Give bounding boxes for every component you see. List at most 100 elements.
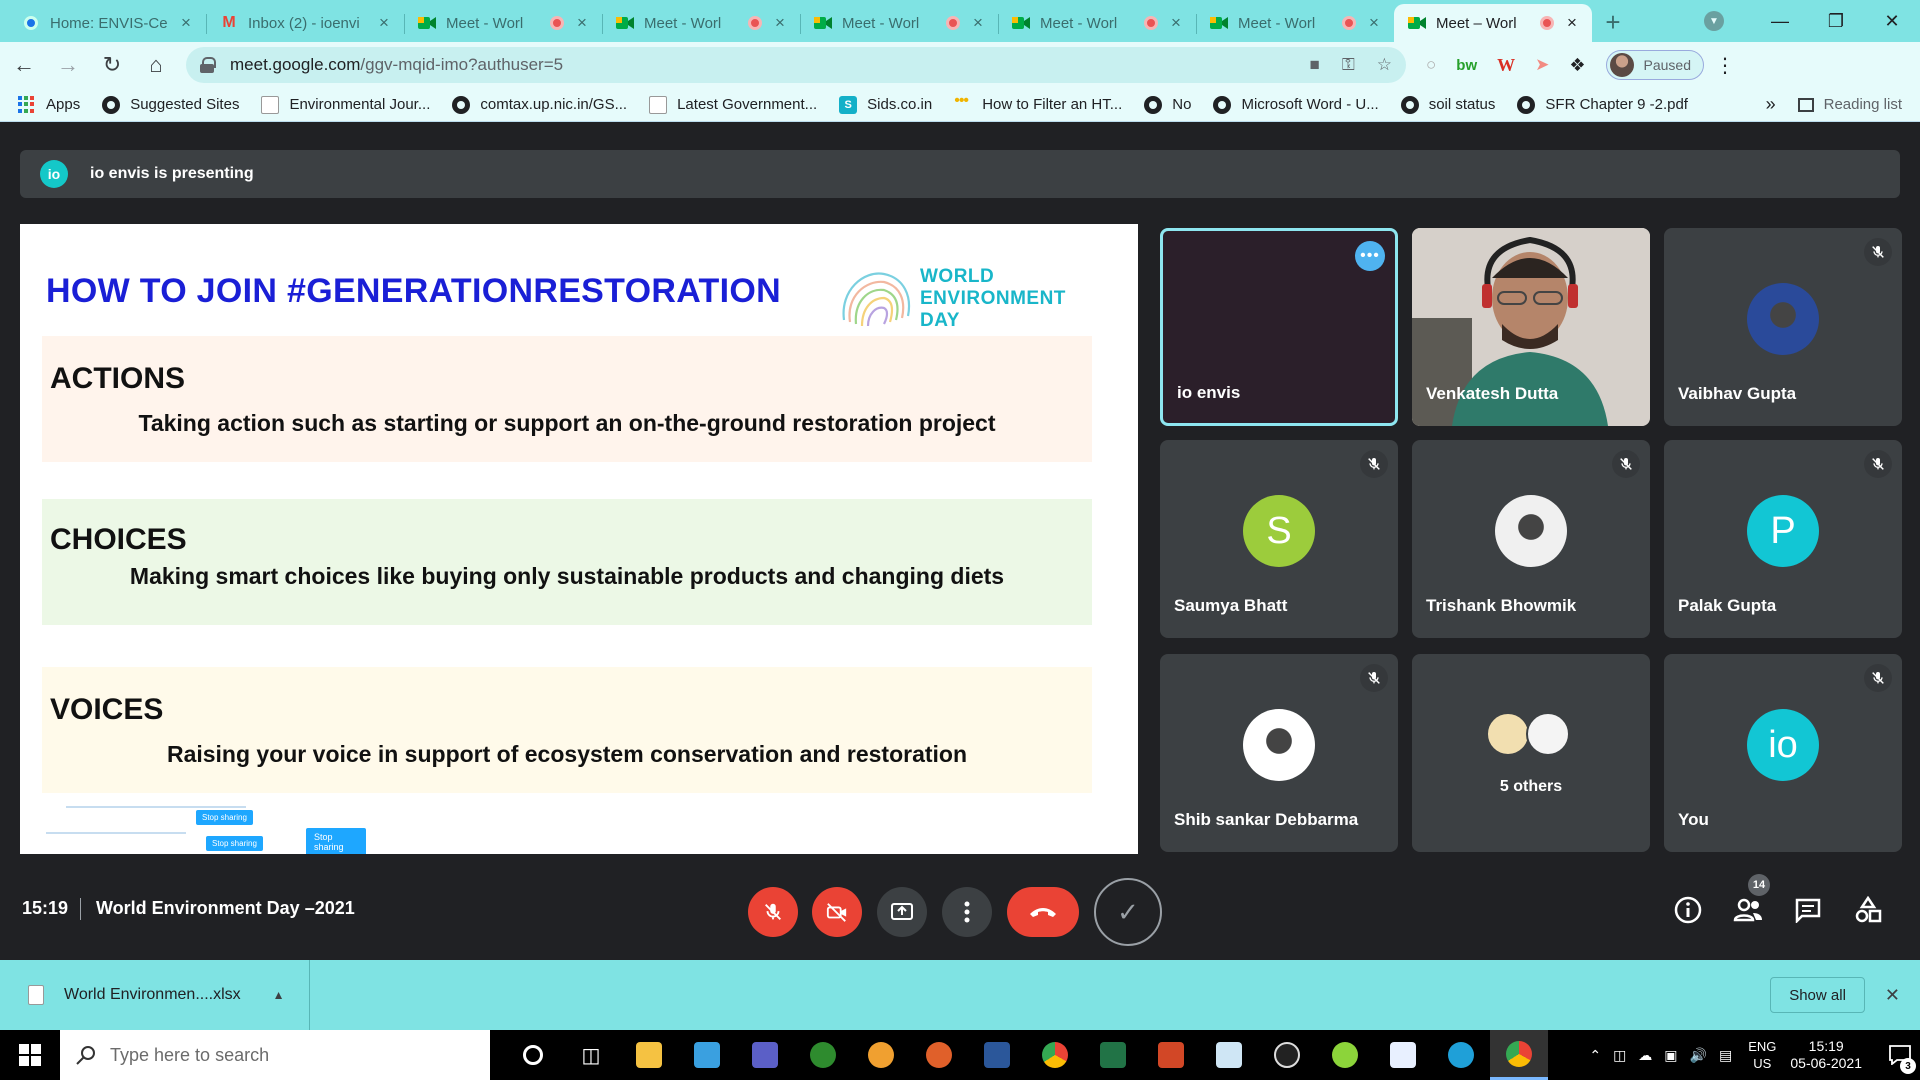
word-icon[interactable] (968, 1030, 1026, 1080)
bookmark-item[interactable]: SFR Chapter 9 -2.pdf (1517, 95, 1688, 114)
extension-arrow-icon[interactable]: ➤ (1535, 55, 1549, 75)
device-icon[interactable]: ◫ (1613, 1047, 1626, 1064)
language-indicator[interactable]: ENG US (1748, 1038, 1776, 1072)
taskbar-clock[interactable]: 15:19 05-06-2021 (1790, 1038, 1862, 1072)
chevron-up-icon[interactable]: ▲ (273, 988, 285, 1002)
participant-tile[interactable]: Trishank Bhowmik (1412, 440, 1650, 638)
chat-button[interactable] (1790, 892, 1826, 928)
close-tab-icon[interactable]: × (374, 13, 394, 33)
browser-tab[interactable]: Meet - Worl × (800, 4, 998, 42)
chevron-up-icon[interactable]: ⌃ (1589, 1047, 1601, 1064)
excel-icon[interactable] (1084, 1030, 1142, 1080)
participant-tile[interactable]: Vaibhav Gupta (1664, 228, 1902, 426)
stop-sharing-chip[interactable]: Stop sharing (206, 836, 263, 851)
reading-list-icon[interactable] (1797, 97, 1814, 112)
profile-button[interactable]: Paused (1605, 50, 1704, 80)
app-icon-k[interactable] (1374, 1030, 1432, 1080)
browser-tab[interactable]: M Inbox (2) - ioenvi × (206, 4, 404, 42)
bookmark-star-icon[interactable]: ☆ (1377, 55, 1392, 75)
notifications-button[interactable]: 3 (1880, 1030, 1920, 1080)
extensions-puzzle-icon[interactable]: ❖ (1569, 55, 1585, 76)
extension-bw-icon[interactable]: bw (1456, 57, 1477, 74)
bookmark-item[interactable]: ••• How to Filter an HT... (954, 92, 1122, 114)
participant-tile[interactable]: Venkatesh Dutta (1412, 228, 1650, 426)
bookmark-item[interactable]: soil status (1400, 95, 1495, 114)
minimize-button[interactable]: — (1752, 0, 1808, 42)
app-icon-light[interactable] (1200, 1030, 1258, 1080)
bookmark-item[interactable]: Suggested Sites (102, 95, 239, 114)
network-icon[interactable]: ▤ (1719, 1047, 1732, 1064)
bookmark-item[interactable]: comtax.up.nic.in/GS... (452, 95, 627, 114)
participant-tile[interactable]: S Saumya Bhatt (1160, 440, 1398, 638)
close-tab-icon[interactable]: × (1166, 13, 1186, 33)
reload-button[interactable]: ↻ (92, 45, 132, 85)
close-tab-icon[interactable]: × (968, 13, 988, 33)
participant-tile[interactable]: ••• io envis (1160, 228, 1398, 426)
more-options-button[interactable] (942, 887, 992, 937)
chrome-icon[interactable] (1026, 1030, 1084, 1080)
teams-icon[interactable] (736, 1030, 794, 1080)
forward-button[interactable]: → (48, 45, 88, 85)
volume-icon[interactable]: 🔊 (1690, 1047, 1707, 1064)
camera-toggle-button[interactable] (812, 887, 862, 937)
extension-grey-icon[interactable]: ○ (1426, 55, 1436, 75)
browser-tab[interactable]: Home: ENVIS-Ce × (8, 4, 206, 42)
display-icon[interactable]: ▣ (1664, 1047, 1677, 1064)
browser-tab[interactable]: Meet – Worl × (1394, 4, 1592, 42)
reading-list-button[interactable]: Reading list (1824, 96, 1902, 113)
firefox-icon[interactable] (910, 1030, 968, 1080)
lock-icon[interactable] (200, 57, 216, 73)
close-tab-icon[interactable]: × (1562, 13, 1582, 33)
app-icon-lime[interactable] (1316, 1030, 1374, 1080)
task-view-icon[interactable]: ◫ (562, 1030, 620, 1080)
app-icon-orange[interactable] (852, 1030, 910, 1080)
edge-icon[interactable] (1432, 1030, 1490, 1080)
leave-call-button[interactable] (1007, 887, 1079, 937)
extension-w-icon[interactable]: W (1497, 55, 1515, 76)
participant-tile[interactable]: 5 others (1412, 654, 1650, 852)
browser-tab[interactable]: Meet - Worl × (602, 4, 800, 42)
chrome-menu-icon[interactable]: ⋮ (1710, 53, 1740, 78)
bookmark-item[interactable]: Microsoft Word - U... (1213, 95, 1379, 114)
activities-button[interactable] (1850, 892, 1886, 928)
camera-blocked-icon[interactable]: ■ (1310, 55, 1320, 75)
close-tab-icon[interactable]: × (572, 13, 592, 33)
more-options-icon[interactable]: ••• (1355, 241, 1385, 271)
browser-tab[interactable]: Meet - Worl × (1196, 4, 1394, 42)
bookmark-item[interactable]: Apps (18, 95, 80, 114)
present-now-button[interactable] (877, 887, 927, 937)
close-tab-icon[interactable]: × (176, 13, 196, 33)
browser-tab[interactable]: Meet - Worl × (404, 4, 602, 42)
check-button[interactable]: ✓ (1094, 878, 1162, 946)
app-icon-blue[interactable] (678, 1030, 736, 1080)
stop-sharing-chip[interactable]: Stop sharing (196, 810, 253, 825)
taskbar-search[interactable]: Type here to search (60, 1030, 490, 1080)
bookmark-item[interactable]: Environmental Jour... (261, 95, 430, 114)
participant-tile[interactable]: P Palak Gupta (1664, 440, 1902, 638)
obs-icon[interactable] (1258, 1030, 1316, 1080)
browser-tab[interactable]: Meet - Worl × (998, 4, 1196, 42)
back-button[interactable]: ← (4, 45, 44, 85)
key-icon[interactable]: ⚿ (1342, 55, 1355, 75)
address-bar[interactable]: meet.google.com/ggv-mqid-imo?authuser=5 … (186, 47, 1406, 83)
close-tab-icon[interactable]: × (1364, 13, 1384, 33)
file-explorer-icon[interactable] (620, 1030, 678, 1080)
home-button[interactable]: ⌂ (136, 45, 176, 85)
cortana-icon[interactable] (504, 1030, 562, 1080)
tab-search-icon[interactable]: ▼ (1704, 11, 1724, 31)
show-all-downloads-button[interactable]: Show all (1770, 977, 1865, 1013)
download-item[interactable]: World Environmen....xlsx ▲ (0, 960, 310, 1030)
close-window-button[interactable]: ✕ (1864, 0, 1920, 42)
bookmarks-overflow-icon[interactable]: » (1766, 94, 1776, 115)
stop-sharing-chip[interactable]: Stop sharing (306, 828, 366, 854)
cloud-icon[interactable]: ☁ (1638, 1047, 1652, 1064)
close-tab-icon[interactable]: × (770, 13, 790, 33)
new-tab-button[interactable]: + (1592, 4, 1634, 42)
meeting-details-button[interactable] (1670, 892, 1706, 928)
participant-tile[interactable]: io You (1664, 654, 1902, 852)
bookmark-item[interactable]: S Sids.co.in (839, 95, 932, 114)
close-shelf-icon[interactable]: ✕ (1885, 985, 1900, 1006)
bookmark-item[interactable]: No (1144, 95, 1191, 114)
restore-button[interactable]: ❐ (1808, 0, 1864, 42)
app-icon-green[interactable] (794, 1030, 852, 1080)
